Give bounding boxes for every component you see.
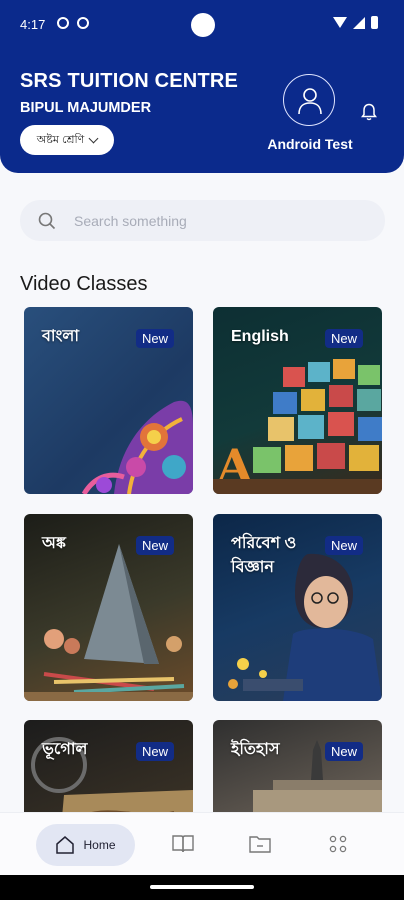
org-name: SRS TUITION CENTRE — [20, 70, 239, 92]
book-icon[interactable] — [172, 834, 194, 854]
system-icons — [333, 16, 378, 29]
nav-home-label: Home — [83, 838, 116, 852]
bell-icon[interactable] — [361, 103, 377, 121]
status-time: 4:17 — [20, 17, 46, 32]
search-icon — [38, 212, 56, 229]
camera-cutout — [191, 13, 215, 37]
subject-title: ভূগোল — [42, 741, 88, 758]
header: 4:17 SRS TUITION CENTRE BIPUL MAJUMDER অ… — [0, 0, 404, 173]
grid-icon[interactable] — [328, 834, 348, 854]
wifi-icon — [333, 17, 347, 28]
folder-icon[interactable] — [249, 834, 271, 854]
location-status-icon — [57, 17, 69, 29]
subject-card-science[interactable]: পরিবেশ ও বিজ্ঞান New — [213, 514, 382, 701]
battery-icon — [371, 16, 378, 29]
avatar[interactable] — [283, 74, 335, 126]
new-badge: New — [135, 742, 174, 761]
subject-card-math[interactable]: অঙ্ক New — [24, 514, 193, 701]
new-badge: New — [135, 536, 174, 555]
new-badge: New — [135, 329, 174, 348]
search-bar[interactable] — [20, 200, 385, 241]
subject-title: English — [231, 328, 289, 345]
subject-title: অঙ্ক — [42, 535, 66, 552]
user-icon — [298, 88, 322, 115]
home-icon — [56, 836, 75, 854]
gesture-area — [0, 875, 404, 900]
subject-card-bangla[interactable]: বাংলা New — [24, 307, 193, 494]
class-selector-label: অষ্টম শ্রেণি — [36, 133, 85, 146]
signal-icon — [353, 16, 365, 29]
subject-title: বাংলা — [42, 328, 79, 345]
new-badge: New — [324, 329, 363, 348]
bottom-nav: Home — [0, 812, 404, 875]
chevron-down-icon — [88, 133, 99, 143]
new-badge: New — [324, 536, 363, 555]
teacher-name: BIPUL MAJUMDER — [20, 100, 152, 116]
nav-home[interactable]: Home — [36, 824, 135, 866]
subject-card-english[interactable]: A English New — [213, 307, 382, 494]
sync-status-icon — [77, 17, 89, 29]
subject-title: পরিবেশ ও বিজ্ঞান — [231, 535, 297, 576]
section-title: Video Classes — [20, 273, 148, 295]
search-input[interactable] — [74, 212, 344, 229]
subject-title: ইতিহাস — [231, 741, 280, 758]
user-name: Android Test — [267, 136, 353, 152]
gesture-bar[interactable] — [150, 885, 254, 889]
class-selector[interactable]: অষ্টম শ্রেণি — [20, 125, 114, 155]
app-screen: 4:17 SRS TUITION CENTRE BIPUL MAJUMDER অ… — [0, 0, 404, 900]
status-bar: 4:17 — [0, 0, 404, 48]
new-badge: New — [324, 742, 363, 761]
